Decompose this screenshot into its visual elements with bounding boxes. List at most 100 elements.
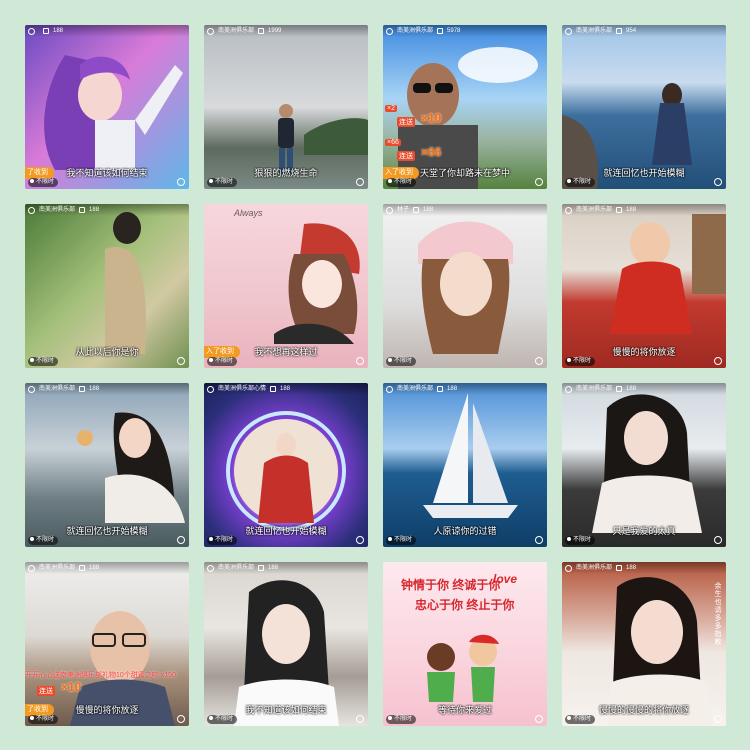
room-tag: 不限时 bbox=[28, 715, 59, 724]
room-name: 南美洲俱乐部 bbox=[397, 386, 434, 392]
viewer-count: 188 bbox=[89, 386, 100, 392]
room-header: 188 bbox=[25, 25, 189, 37]
room-tag: 不限时 bbox=[386, 715, 417, 724]
room-owner-icon bbox=[28, 27, 35, 35]
live-room-tile-15[interactable]: 钟情于你 终诚于你 忠心于你 终止于你 love 等待你来爱过 不限时 bbox=[383, 562, 547, 726]
live-room-tile-9[interactable]: 南美洲俱乐部 188 就连回忆也开始模糊 不限时 bbox=[25, 383, 189, 547]
tag-dot-icon bbox=[567, 358, 571, 363]
boy-red-jacket-photo bbox=[610, 214, 726, 334]
live-room-tile-8[interactable]: 南美洲俱乐部 188 慢慢的将你放逐 不限时 bbox=[562, 204, 726, 368]
live-room-tile-13[interactable]: 南美洲俱乐部 188 开开心心送南美洲俱乐部礼物10个甜蜜之吻 x150 连送 … bbox=[25, 562, 189, 726]
room-tag: 不限时 bbox=[28, 536, 59, 545]
room-cover-image bbox=[204, 383, 368, 547]
share-icon[interactable] bbox=[177, 536, 185, 544]
share-icon[interactable] bbox=[535, 178, 543, 186]
tag-label: 不限时 bbox=[573, 358, 592, 364]
share-icon[interactable] bbox=[714, 357, 722, 365]
tag-dot-icon bbox=[209, 716, 213, 721]
live-room-tile-3[interactable]: 南美洲俱乐部 5978 ×2 连送 ×10 ×66 连送 ×66 入了收到 天堂… bbox=[383, 25, 547, 189]
live-room-tile-16[interactable]: 南美洲俱乐部 188 余生也请多多指教 慢慢的慢慢的将你放逐 不限时 bbox=[562, 562, 726, 726]
live-room-tile-1[interactable]: 188 了收到 我不知道该如何结束 不限时 bbox=[25, 25, 189, 189]
tag-dot-icon bbox=[209, 537, 213, 542]
poem-line-2: 忠心于你 终止于你 bbox=[415, 598, 515, 612]
viewer-count-icon bbox=[258, 565, 265, 571]
share-icon[interactable] bbox=[714, 178, 722, 186]
tag-label: 不限时 bbox=[394, 179, 413, 185]
live-room-tile-2[interactable]: 南美洲俱乐部 1999 狠狠的燃烧生命 不限时 bbox=[204, 25, 368, 189]
share-icon[interactable] bbox=[714, 536, 722, 544]
room-cover-image bbox=[383, 204, 547, 368]
viewer-count-icon bbox=[413, 207, 420, 213]
room-tag: 不限时 bbox=[207, 357, 238, 366]
share-icon[interactable] bbox=[535, 715, 543, 723]
room-cover-image bbox=[383, 25, 547, 189]
girl-flower-crown-photo bbox=[418, 221, 513, 354]
anime-girl-illustration bbox=[44, 55, 183, 170]
share-icon[interactable] bbox=[535, 536, 543, 544]
viewer-count: 188 bbox=[423, 207, 434, 213]
live-room-tile-6[interactable]: Always 入了收到 我不想再这样过 不限时 bbox=[204, 204, 368, 368]
room-cover-image bbox=[562, 25, 726, 189]
share-icon[interactable] bbox=[356, 715, 364, 723]
room-header: 南美洲俱乐部 188 bbox=[562, 562, 726, 574]
viewer-count-icon bbox=[258, 28, 265, 34]
live-room-tile-7[interactable]: 林子 188 不限时 bbox=[383, 204, 547, 368]
room-header: 南美洲俱乐部 188 bbox=[25, 383, 189, 395]
room-header: 南美洲俱乐部 5978 bbox=[383, 25, 547, 37]
live-room-tile-14[interactable]: 南美洲俱乐部 188 我不知道该如何结束 不限时 bbox=[204, 562, 368, 726]
combo-count: ×66 bbox=[421, 145, 442, 159]
room-tag: 不限时 bbox=[565, 715, 596, 724]
viewer-count: 188 bbox=[268, 565, 279, 571]
room-cover-image bbox=[25, 383, 189, 547]
room-cover-image bbox=[25, 204, 189, 368]
woman-with-earphones-photo bbox=[234, 580, 339, 726]
viewer-count-icon bbox=[79, 386, 86, 392]
tag-label: 不限时 bbox=[573, 716, 592, 722]
tag-label: 不限时 bbox=[394, 358, 413, 364]
room-header: 南美洲俱乐部 188 bbox=[562, 383, 726, 395]
room-header: 南美洲俱乐部心情 188 bbox=[204, 383, 368, 395]
tag-label: 不限时 bbox=[394, 716, 413, 722]
room-header: 南美洲俱乐部 1999 bbox=[204, 25, 368, 37]
share-icon[interactable] bbox=[535, 357, 543, 365]
room-name: 南美洲俱乐部 bbox=[397, 28, 434, 34]
gift-banner: 开开心心送南美洲俱乐部礼物10个甜蜜之吻 x150 bbox=[25, 672, 176, 679]
viewer-count: 954 bbox=[626, 28, 637, 34]
room-name: 南美洲俱乐部 bbox=[39, 565, 76, 571]
room-header: 南美洲俱乐部 188 bbox=[383, 383, 547, 395]
live-room-tile-5[interactable]: 南美洲俱乐部 188 从此以后你是你 不限时 bbox=[25, 204, 189, 368]
live-room-tile-11[interactable]: 南美洲俱乐部 188 人原谅你的过错 不限时 bbox=[383, 383, 547, 547]
share-icon[interactable] bbox=[714, 715, 722, 723]
share-icon[interactable] bbox=[177, 178, 185, 186]
room-header: 林子 188 bbox=[383, 204, 547, 216]
share-icon[interactable] bbox=[356, 357, 364, 365]
handwritten-overlay: Always bbox=[234, 208, 263, 218]
room-tag: 不限时 bbox=[565, 357, 596, 366]
live-room-tile-10[interactable]: 南美洲俱乐部心情 188 就连回忆也开始模糊 不限时 bbox=[204, 383, 368, 547]
room-header: 南美洲俱乐部 188 bbox=[25, 562, 189, 574]
share-icon[interactable] bbox=[356, 178, 364, 186]
room-cover-image bbox=[562, 204, 726, 368]
room-tag: 不限时 bbox=[207, 715, 238, 724]
live-room-tile-4[interactable]: 南美洲俱乐部 954 就连回忆也开始模糊 不限时 bbox=[562, 25, 726, 189]
tag-dot-icon bbox=[388, 537, 392, 542]
tag-dot-icon bbox=[209, 179, 213, 184]
woman-selfie-photo bbox=[607, 577, 712, 726]
poem-line-1: 钟情于你 终诚于你 bbox=[401, 578, 501, 592]
viewer-count: 188 bbox=[280, 386, 291, 392]
tag-label: 不限时 bbox=[36, 537, 55, 543]
tag-label: 不限时 bbox=[36, 179, 55, 185]
room-tag: 不限时 bbox=[386, 357, 417, 366]
woman-portrait-photo bbox=[592, 394, 702, 533]
share-icon[interactable] bbox=[177, 357, 185, 365]
tag-dot-icon bbox=[388, 716, 392, 721]
tag-dot-icon bbox=[567, 537, 571, 542]
share-icon[interactable] bbox=[356, 536, 364, 544]
room-header: 南美洲俱乐部 954 bbox=[562, 25, 726, 37]
room-owner-icon bbox=[207, 564, 214, 572]
room-cover-image bbox=[204, 25, 368, 189]
room-name: 南美洲俱乐部 bbox=[218, 28, 255, 34]
live-room-tile-12[interactable]: 南美洲俱乐部 188 只是我爱的太真 不限时 bbox=[562, 383, 726, 547]
share-icon[interactable] bbox=[177, 715, 185, 723]
room-tag: 不限时 bbox=[207, 178, 238, 187]
